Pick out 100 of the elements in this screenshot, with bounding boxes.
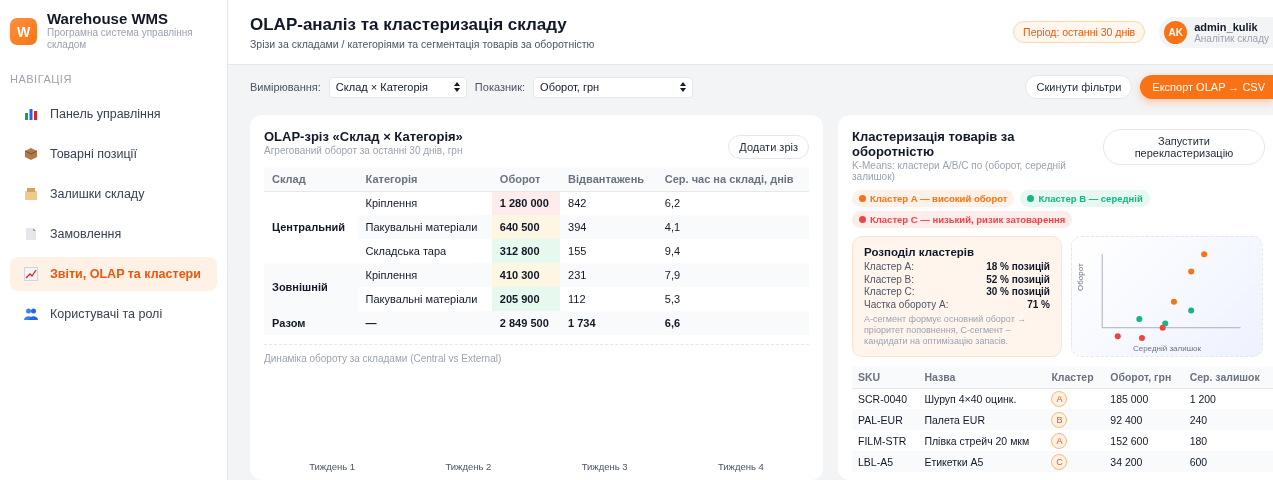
card-subtitle: K-Means: кластери A/B/C по (оборот, середній залишок) bbox=[852, 160, 1067, 182]
stat-label: Частка обороту A: bbox=[864, 298, 949, 311]
dimension-label: Вимірювання: bbox=[250, 81, 321, 93]
period-badge: Період: останні 30 днів bbox=[1013, 21, 1146, 43]
data-point bbox=[1114, 333, 1121, 340]
column-header: Відвантажень bbox=[560, 167, 657, 191]
warehouse-cell: Зовнішній bbox=[264, 263, 358, 311]
data-point bbox=[1201, 251, 1208, 258]
stat-value: 52 % позицій bbox=[986, 273, 1050, 286]
metric-label: Показник: bbox=[474, 81, 526, 93]
turnover-cell: 410 300 bbox=[491, 263, 561, 287]
table-cell: 842 bbox=[560, 191, 657, 215]
table-cell: Етикетки A5 bbox=[918, 451, 1046, 472]
metric-select[interactable]: Оборот, грн bbox=[533, 76, 694, 98]
reset-filters-button[interactable]: Скинути фільтри bbox=[1025, 75, 1133, 99]
brand-subtitle: Програмна система управління складом bbox=[47, 27, 194, 51]
turnover-cell: 640 500 bbox=[491, 215, 561, 239]
stat-value: 71 % bbox=[1027, 298, 1050, 311]
nav-item[interactable]: Панель управління bbox=[10, 97, 217, 131]
column-header: Склад bbox=[264, 167, 358, 191]
select-arrows-icon bbox=[680, 82, 687, 92]
add-slice-button[interactable]: Додати зріз bbox=[728, 135, 809, 159]
chart-caption: Динаміка обороту за складами (Central vs External) bbox=[264, 353, 503, 364]
column-header: Оборот, грн bbox=[1104, 366, 1184, 388]
stat-value: 30 % позицій bbox=[986, 286, 1050, 299]
legend-chip: Кластер B — середній bbox=[1020, 190, 1150, 207]
brand-name: Warehouse WMS bbox=[47, 10, 170, 27]
cluster-badge: A bbox=[1051, 390, 1068, 407]
table-cell: PAL-EUR bbox=[852, 409, 919, 430]
table-cell: 6,2 bbox=[656, 191, 809, 215]
user-chip[interactable]: AK admin_kulik Аналітик складу bbox=[1159, 16, 1273, 48]
user-avatar: AK bbox=[1164, 20, 1188, 44]
stat-label: Кластер B: bbox=[864, 273, 915, 286]
table-cell: 600 bbox=[1183, 451, 1273, 472]
user-name: admin_kulik bbox=[1194, 20, 1259, 33]
app-logo: W bbox=[10, 18, 37, 45]
page-title: OLAP-аналіз та кластеризація складу bbox=[250, 14, 568, 35]
table-cell: Пакувальні матеріали bbox=[357, 215, 492, 239]
legend-chip: Кластер A — високий оборот bbox=[852, 190, 1015, 207]
column-header: Категорія bbox=[357, 167, 492, 191]
nav-item[interactable]: Товарні позиції bbox=[10, 137, 217, 171]
table-cell: 9,4 bbox=[656, 239, 809, 263]
table-cell: 155 bbox=[560, 239, 657, 263]
data-point bbox=[1138, 335, 1145, 342]
box-icon bbox=[24, 147, 38, 161]
user-role: Аналітик складу bbox=[1194, 32, 1269, 44]
recluster-button[interactable]: Запустити перекластеризацію bbox=[1103, 129, 1265, 165]
turnover-cell: 312 800 bbox=[491, 239, 561, 263]
stat-label: Кластер C: bbox=[864, 286, 915, 299]
table-cell: 180 bbox=[1183, 430, 1273, 451]
bar-chart-icon bbox=[24, 107, 38, 121]
table-cell: LBL-A5 bbox=[852, 451, 919, 472]
stat-value: 18 % позицій bbox=[986, 261, 1050, 274]
card-subtitle: Агрегований оборот за останні 30 днів, грн bbox=[264, 145, 463, 156]
axis-label: Тиждень 2 bbox=[444, 461, 493, 472]
legend-chip: Кластер C — низький, ризик затоварення bbox=[852, 211, 1073, 228]
column-header: SKU bbox=[852, 366, 919, 388]
card-title: OLAP-зріз «Склад × Категорія» bbox=[264, 129, 463, 144]
panel-note: A-сегмент формує основний оборот → пріоритет поповнення, C-сегмент – кандидати на оптимізацію запасів. bbox=[864, 314, 1028, 347]
table-cell: SCR-0040 bbox=[852, 388, 919, 409]
column-header: Оборот bbox=[491, 167, 561, 191]
total-cell: 1 734 bbox=[560, 311, 657, 335]
line-chart-icon bbox=[24, 267, 38, 281]
y-axis-label: Оборот bbox=[1076, 263, 1085, 291]
table-cell: FILM-STR bbox=[852, 430, 919, 451]
total-cell: 6,6 bbox=[656, 311, 809, 335]
nav-item[interactable]: Користувачі та ролі bbox=[10, 297, 217, 331]
card-title: Кластеризація товарів за оборотністю bbox=[852, 129, 1016, 159]
nav-section-title: НАВІГАЦІЯ bbox=[10, 73, 73, 85]
column-header: Кластер bbox=[1045, 366, 1105, 388]
total-cell: Разом bbox=[264, 311, 358, 335]
column-header: Назва bbox=[918, 366, 1046, 388]
total-cell: — bbox=[357, 311, 492, 335]
table-cell: 112 bbox=[560, 287, 657, 311]
nav-item[interactable]: Замовлення bbox=[10, 217, 217, 251]
table-cell: 5,3 bbox=[656, 287, 809, 311]
select-arrows-icon bbox=[453, 82, 460, 92]
nav-item[interactable]: Залишки складу bbox=[10, 177, 217, 211]
table-cell: 4,1 bbox=[656, 215, 809, 239]
users-icon bbox=[24, 307, 38, 321]
panel-title: Розподіл кластерів bbox=[864, 246, 976, 258]
column-header: Сер. залишок bbox=[1183, 366, 1273, 388]
stat-label: Кластер A: bbox=[864, 261, 915, 274]
turnover-cell: 1 280 000 bbox=[491, 191, 561, 215]
dimension-select[interactable]: Склад × Категорія bbox=[328, 76, 467, 98]
cluster-badge: A bbox=[1051, 432, 1068, 449]
table-cell: 34 200 bbox=[1104, 451, 1184, 472]
table-cell: Пакувальні матеріали bbox=[357, 287, 492, 311]
table-cell: 152 600 bbox=[1104, 430, 1184, 451]
data-point bbox=[1136, 316, 1143, 323]
table-cell: Палета EUR bbox=[918, 409, 1046, 430]
table-cell: 394 bbox=[560, 215, 657, 239]
table-cell: 231 bbox=[560, 263, 657, 287]
column-header: Сер. час на складі, днів bbox=[656, 167, 809, 191]
warehouse-cell: Центральний bbox=[264, 191, 358, 263]
table-cell: 240 bbox=[1183, 409, 1273, 430]
data-point bbox=[1170, 298, 1177, 305]
cluster-badge: C bbox=[1051, 453, 1068, 470]
axis-label: Тиждень 3 bbox=[580, 461, 629, 472]
table-cell: 185 000 bbox=[1104, 388, 1184, 409]
